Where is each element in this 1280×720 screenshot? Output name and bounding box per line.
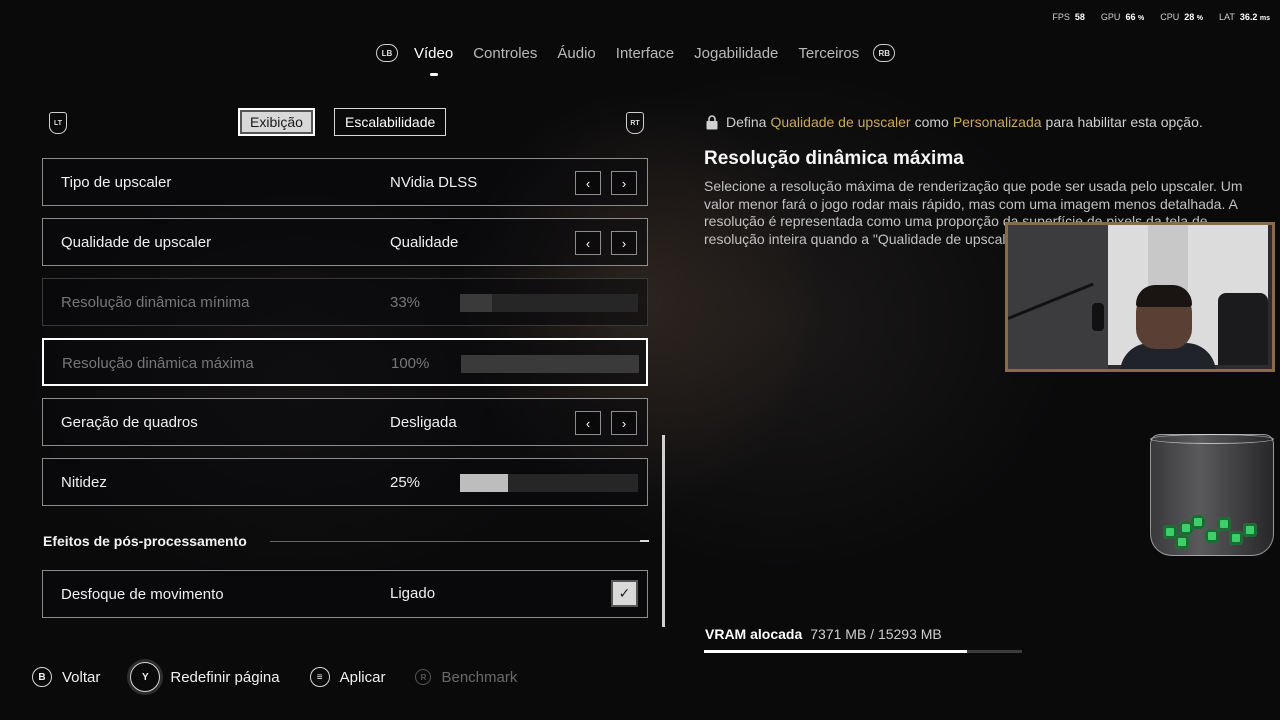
chevron-left-icon[interactable]: ‹ bbox=[575, 411, 601, 435]
b-button-icon: B bbox=[32, 667, 52, 687]
cpu-readout: CPU 28 % bbox=[1160, 12, 1203, 22]
setting-label: Resolução dinâmica mínima bbox=[61, 294, 250, 311]
vram-readout: VRAM alocada 7371 MB / 15293 MB bbox=[705, 626, 942, 642]
lock-notice: Defina Qualidade de upscaler como Person… bbox=[706, 114, 1203, 130]
setting-label: Geração de quadros bbox=[61, 414, 198, 431]
setting-row-tipo-upscaler[interactable]: Tipo de upscaler NVidia DLSS ‹ › bbox=[42, 158, 648, 206]
section-divider bbox=[270, 541, 642, 542]
fps-readout: FPS 58 bbox=[1052, 12, 1085, 22]
chevron-left-icon[interactable]: ‹ bbox=[575, 231, 601, 255]
setting-value: Qualidade bbox=[390, 234, 459, 251]
tab-video[interactable]: Vídeo bbox=[414, 45, 453, 76]
back-button[interactable]: B Voltar bbox=[32, 667, 100, 687]
settings-scrollbar[interactable] bbox=[662, 435, 665, 627]
r-button-icon: R bbox=[415, 669, 432, 685]
setting-value: 33% bbox=[390, 294, 421, 311]
benchmark-button[interactable]: R Benchmark bbox=[415, 669, 517, 686]
performance-overlay: FPS 58 GPU 66 % CPU 28 % LAT 36.2 ms bbox=[1052, 12, 1270, 22]
setting-value: NVidia DLSS bbox=[390, 174, 478, 191]
checkmark-icon[interactable]: ✓ bbox=[611, 580, 638, 607]
setting-row-desfoque-movimento[interactable]: Desfoque de movimento Ligado ✓ bbox=[42, 570, 648, 618]
lb-bumper-icon[interactable]: LB bbox=[376, 44, 398, 62]
section-title: Efeitos de pós-processamento bbox=[43, 533, 247, 549]
top-navigation: LB Vídeo Controles Áudio Interface Jogab… bbox=[376, 42, 896, 76]
setting-label: Qualidade de upscaler bbox=[61, 234, 212, 251]
setting-label: Resolução dinâmica máxima bbox=[62, 355, 254, 372]
setting-value: Ligado bbox=[390, 585, 436, 602]
vram-bar-fill bbox=[704, 650, 967, 653]
slider-fill bbox=[460, 474, 509, 492]
tab-terceiros[interactable]: Terceiros bbox=[798, 45, 859, 62]
setting-value: 25% bbox=[390, 474, 421, 491]
setting-row-geracao-quadros[interactable]: Geração de quadros Desligada ‹ › bbox=[42, 398, 648, 446]
tab-interface[interactable]: Interface bbox=[616, 45, 674, 62]
setting-row-resolucao-minima: Resolução dinâmica mínima 33% bbox=[42, 278, 648, 326]
subtab-escalabilidade[interactable]: Escalabilidade bbox=[334, 108, 447, 136]
description-title: Resolução dinâmica máxima bbox=[704, 148, 964, 169]
lt-trigger-icon[interactable]: LT bbox=[49, 112, 67, 134]
latency-readout: LAT 36.2 ms bbox=[1218, 12, 1270, 22]
nitidez-slider[interactable] bbox=[460, 474, 638, 492]
slider-fill bbox=[460, 294, 493, 312]
reset-page-button[interactable]: Y Redefinir página bbox=[130, 662, 280, 692]
chevron-left-icon[interactable]: ‹ bbox=[575, 171, 601, 195]
apply-button[interactable]: ≡ Aplicar bbox=[309, 667, 385, 687]
slider-track bbox=[461, 355, 639, 373]
setting-label: Desfoque de movimento bbox=[61, 586, 224, 603]
setting-value: 100% bbox=[391, 355, 430, 372]
slider-fill bbox=[461, 355, 639, 373]
menu-button-icon: ≡ bbox=[309, 667, 330, 687]
rt-trigger-icon[interactable]: RT bbox=[626, 112, 644, 134]
chevron-right-icon[interactable]: › bbox=[611, 171, 637, 195]
setting-row-nitidez[interactable]: Nitidez 25% bbox=[42, 458, 648, 506]
tab-audio[interactable]: Áudio bbox=[557, 45, 595, 62]
setting-label: Tipo de upscaler bbox=[61, 174, 172, 191]
chevron-right-icon[interactable]: › bbox=[611, 231, 637, 255]
chevron-right-icon[interactable]: › bbox=[611, 411, 637, 435]
tab-jogabilidade[interactable]: Jogabilidade bbox=[694, 45, 778, 62]
tab-controles[interactable]: Controles bbox=[473, 45, 537, 62]
rb-bumper-icon[interactable]: RB bbox=[873, 44, 896, 62]
gpu-readout: GPU 66 % bbox=[1100, 12, 1145, 22]
setting-row-qualidade-upscaler[interactable]: Qualidade de upscaler Qualidade ‹ › bbox=[42, 218, 648, 266]
bottom-action-bar: B Voltar Y Redefinir página ≡ Aplicar R … bbox=[32, 662, 547, 692]
collapse-icon[interactable] bbox=[640, 540, 649, 542]
setting-row-resolucao-maxima[interactable]: Resolução dinâmica máxima 100% bbox=[42, 338, 648, 386]
setting-value: Desligada bbox=[390, 414, 457, 431]
setting-label: Nitidez bbox=[61, 474, 107, 491]
cup-overlay-image bbox=[1150, 434, 1274, 556]
slider-track bbox=[460, 294, 638, 312]
lock-icon bbox=[706, 115, 718, 130]
webcam-overlay bbox=[1005, 222, 1275, 372]
subtab-exibicao[interactable]: Exibição bbox=[238, 108, 315, 136]
y-button-icon: Y bbox=[130, 662, 161, 692]
